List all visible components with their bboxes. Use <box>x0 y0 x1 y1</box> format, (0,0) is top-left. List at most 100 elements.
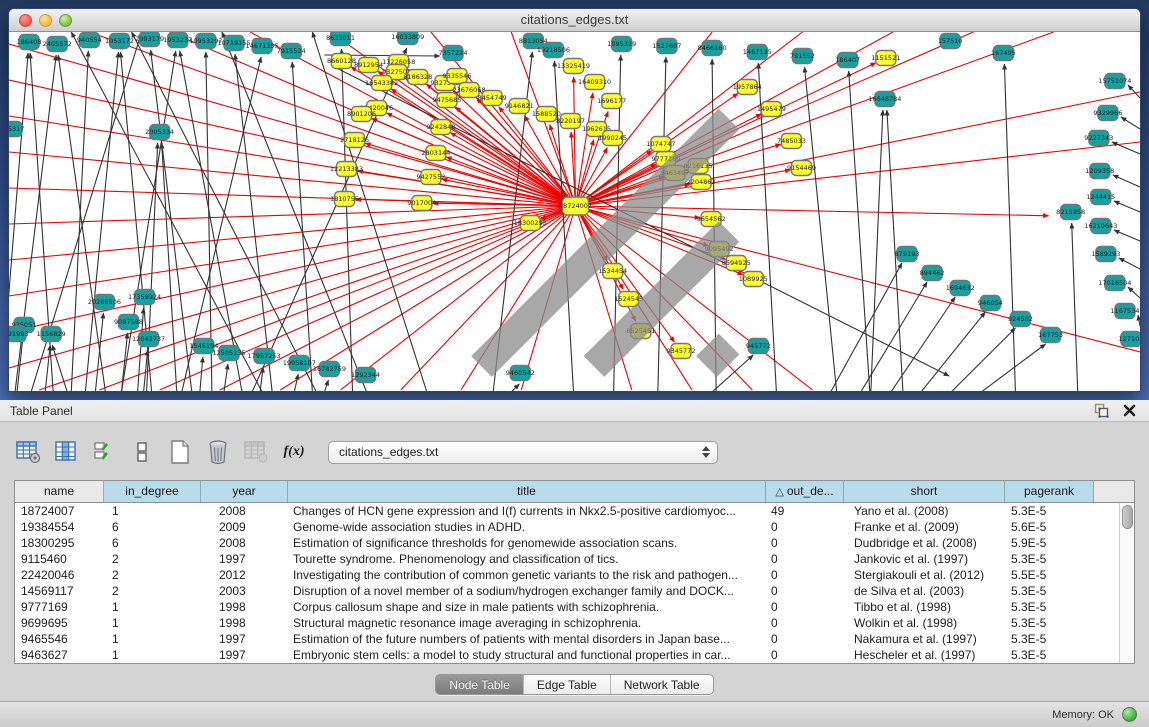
table-cell-title[interactable]: Estimation of significance thresholds fo… <box>288 535 766 551</box>
table-cell-title[interactable]: Genome-wide association studies in ADHD. <box>288 519 766 535</box>
table-cell-short[interactable]: Jankovic et al. (1997) <box>844 551 1005 567</box>
table-cell-in-degree[interactable]: 1 <box>104 503 201 519</box>
table-cell-title[interactable]: Estimation of the future numbers of pati… <box>288 631 766 647</box>
table-cell-in-degree[interactable]: 2 <box>104 567 201 583</box>
table-cell-name[interactable]: 18724007 <box>15 503 104 519</box>
table-cell-pagerank[interactable]: 5.3E-5 <box>1005 615 1094 631</box>
table-cell-out-de-[interactable]: 0 <box>766 535 844 551</box>
column-header-short[interactable]: short <box>844 481 1005 502</box>
function-builder-button[interactable]: f(x) <box>280 439 308 466</box>
column-header-in-degree[interactable]: in_degree <box>104 481 201 502</box>
table-settings-button[interactable] <box>14 439 42 466</box>
column-header-out-de-[interactable]: △out_de... <box>766 481 844 502</box>
table-cell-title[interactable]: Disruption of a novel member of a sodium… <box>288 583 766 599</box>
table-cell-name[interactable]: 9463627 <box>15 647 104 663</box>
table-row[interactable]: 946362711997Embryonic stem cells: a mode… <box>15 647 1119 663</box>
column-header-pagerank[interactable]: pagerank <box>1005 481 1094 502</box>
table-cell-out-de-[interactable]: 0 <box>766 647 844 663</box>
table-cell-in-degree[interactable]: 1 <box>104 647 201 663</box>
delete-table-button[interactable] <box>204 439 232 466</box>
table-cell-title[interactable]: Embryonic stem cells: a model to study s… <box>288 647 766 663</box>
table-cell-name[interactable]: 9777169 <box>15 599 104 615</box>
table-cell-year[interactable]: 2008 <box>201 503 288 519</box>
table-cell-pagerank[interactable]: 5.3E-5 <box>1005 583 1094 599</box>
table-cell-in-degree[interactable]: 1 <box>104 615 201 631</box>
table-cell-name[interactable]: 22420046 <box>15 567 104 583</box>
table-cell-year[interactable]: 1997 <box>201 631 288 647</box>
table-row[interactable]: 946554611997Estimation of the future num… <box>15 631 1119 647</box>
show-column-button[interactable] <box>52 439 80 466</box>
select-rows-button[interactable] <box>90 439 118 466</box>
table-cell-pagerank[interactable]: 5.3E-5 <box>1005 631 1094 647</box>
tab-node-table[interactable]: Node Table <box>436 675 524 694</box>
tab-edge-table[interactable]: Edge Table <box>524 675 611 694</box>
float-panel-icon[interactable] <box>1091 402 1111 420</box>
scrollbar-thumb[interactable] <box>1122 505 1133 529</box>
table-row[interactable]: 969969511998Structural magnetic resonanc… <box>15 615 1119 631</box>
table-cell-year[interactable]: 2008 <box>201 535 288 551</box>
table-cell-out-de-[interactable]: 0 <box>766 583 844 599</box>
table-cell-pagerank[interactable]: 5.3E-5 <box>1005 647 1094 663</box>
table-cell-short[interactable]: Dudbridge et al. (2008) <box>844 535 1005 551</box>
table-cell-name[interactable]: 18300295 <box>15 535 104 551</box>
table-cell-pagerank[interactable]: 5.3E-5 <box>1005 551 1094 567</box>
table-cell-short[interactable]: Tibbo et al. (1998) <box>844 599 1005 615</box>
zoom-window-button[interactable] <box>59 14 72 27</box>
table-cell-short[interactable]: Wolkin et al. (1998) <box>844 615 1005 631</box>
table-cell-name[interactable]: 9465546 <box>15 631 104 647</box>
column-header-name[interactable]: name <box>15 481 104 502</box>
table-cell-out-de-[interactable]: 0 <box>766 631 844 647</box>
table-cell-title[interactable]: Corpus callosum shape and size in male p… <box>288 599 766 615</box>
table-cell-in-degree[interactable]: 6 <box>104 535 201 551</box>
table-cell-year[interactable]: 2012 <box>201 567 288 583</box>
table-cell-pagerank[interactable]: 5.5E-5 <box>1005 567 1094 583</box>
table-row[interactable]: 977716911998Corpus callosum shape and si… <box>15 599 1119 615</box>
column-header-year[interactable]: year <box>201 481 288 502</box>
table-cell-short[interactable]: de Silva et al. (2003) <box>844 583 1005 599</box>
table-cell-pagerank[interactable]: 5.6E-5 <box>1005 519 1094 535</box>
table-cell-year[interactable]: 1997 <box>201 551 288 567</box>
resize-grip[interactable] <box>8 29 1137 389</box>
table-cell-pagerank[interactable]: 5.3E-5 <box>1005 503 1094 519</box>
table-row[interactable]: 2242004622012Investigating the contribut… <box>15 567 1119 583</box>
table-cell-name[interactable]: 9115460 <box>15 551 104 567</box>
table-cell-short[interactable]: Yano et al. (2008) <box>844 503 1005 519</box>
table-selector-dropdown[interactable]: citations_edges.txt <box>328 441 718 464</box>
close-panel-icon[interactable] <box>1119 402 1139 420</box>
table-cell-out-de-[interactable]: 0 <box>766 615 844 631</box>
table-cell-title[interactable]: Structural magnetic resonance image aver… <box>288 615 766 631</box>
table-cell-year[interactable]: 2009 <box>201 519 288 535</box>
table-cell-out-de-[interactable]: 0 <box>766 519 844 535</box>
table-cell-name[interactable]: 14569117 <box>15 583 104 599</box>
table-cell-out-de-[interactable]: 0 <box>766 551 844 567</box>
close-window-button[interactable] <box>19 14 32 27</box>
network-canvas[interactable]: 1864082405572940554105317220931791953237… <box>9 32 1140 392</box>
new-table-button[interactable] <box>166 439 194 466</box>
table-cell-in-degree[interactable]: 2 <box>104 583 201 599</box>
table-row[interactable]: 911546021997Tourette syndrome. Phenomeno… <box>15 551 1119 567</box>
import-table-button[interactable] <box>242 439 270 466</box>
table-cell-short[interactable]: Hescheler et al. (1997) <box>844 647 1005 663</box>
table-cell-pagerank[interactable]: 5.3E-5 <box>1005 599 1094 615</box>
table-row[interactable]: 1872400712008Changes of HCN gene express… <box>15 503 1119 519</box>
table-row[interactable]: 1830029562008Estimation of significance … <box>15 535 1119 551</box>
minimize-window-button[interactable] <box>39 14 52 27</box>
table-cell-in-degree[interactable]: 1 <box>104 599 201 615</box>
table-cell-short[interactable]: Franke et al. (2009) <box>844 519 1005 535</box>
table-cell-short[interactable]: Stergiakouli et al. (2012) <box>844 567 1005 583</box>
rows-button[interactable] <box>128 439 156 466</box>
table-cell-in-degree[interactable]: 6 <box>104 519 201 535</box>
table-cell-name[interactable]: 9699695 <box>15 615 104 631</box>
table-cell-year[interactable]: 1998 <box>201 599 288 615</box>
table-scrollbar[interactable] <box>1119 503 1134 663</box>
table-cell-year[interactable]: 2003 <box>201 583 288 599</box>
tab-network-table[interactable]: Network Table <box>611 675 713 694</box>
table-cell-name[interactable]: 19384554 <box>15 519 104 535</box>
table-cell-title[interactable]: Investigating the contribution of common… <box>288 567 766 583</box>
table-cell-title[interactable]: Changes of HCN gene expression and I(f) … <box>288 503 766 519</box>
table-row[interactable]: 1938455462009Genome-wide association stu… <box>15 519 1119 535</box>
table-cell-pagerank[interactable]: 5.9E-5 <box>1005 535 1094 551</box>
table-cell-year[interactable]: 1997 <box>201 647 288 663</box>
table-cell-out-de-[interactable]: 0 <box>766 567 844 583</box>
table-cell-year[interactable]: 1998 <box>201 615 288 631</box>
